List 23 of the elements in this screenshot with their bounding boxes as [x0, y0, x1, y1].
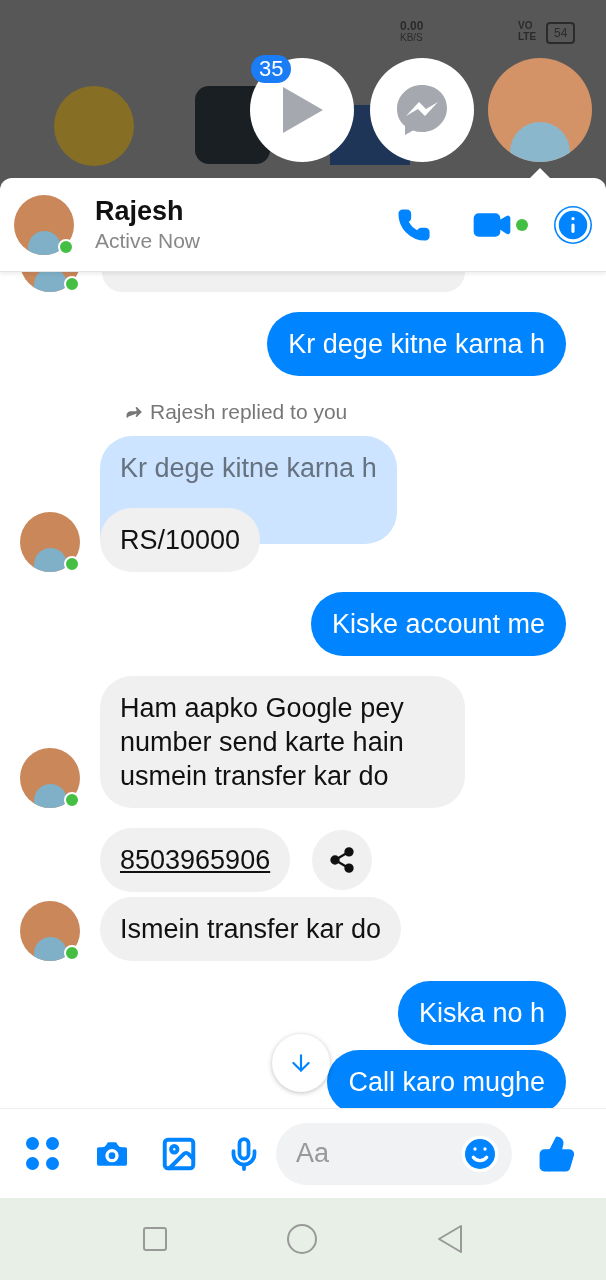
received-message: Ismein transfer kar do — [100, 896, 402, 961]
received-message: Ham aapko Google pey number send karte hain usmein transfer kar do — [100, 675, 465, 808]
notification-badge: 35 — [251, 55, 292, 83]
messenger-icon — [395, 83, 449, 137]
received-message: RS/10000 — [100, 507, 261, 572]
sent-message: Kiska no h — [397, 980, 566, 1045]
share-icon — [328, 845, 357, 874]
recent-apps-button[interactable] — [143, 1227, 167, 1251]
active-status: Active Now — [95, 227, 201, 254]
sent-message: Call karo mughe — [327, 1049, 566, 1108]
sent-message: Kr dege kitne karna h — [267, 312, 566, 376]
sent-message: Kiske account me — [310, 591, 566, 656]
phone-number-link[interactable]: 8503965906 — [100, 827, 291, 892]
like-button[interactable] — [538, 1134, 576, 1173]
home-button[interactable] — [287, 1224, 317, 1254]
back-button[interactable] — [437, 1224, 463, 1254]
message-input[interactable]: Aa — [296, 1133, 460, 1174]
scroll-down-button[interactable] — [272, 1034, 330, 1092]
reply-note: Rajesh replied to you — [150, 399, 348, 425]
info-button[interactable] — [554, 205, 592, 244]
message-input-field[interactable]: Aa — [276, 1122, 512, 1185]
contact-name: Rajesh — [95, 194, 185, 227]
emoji-icon — [460, 1133, 500, 1174]
